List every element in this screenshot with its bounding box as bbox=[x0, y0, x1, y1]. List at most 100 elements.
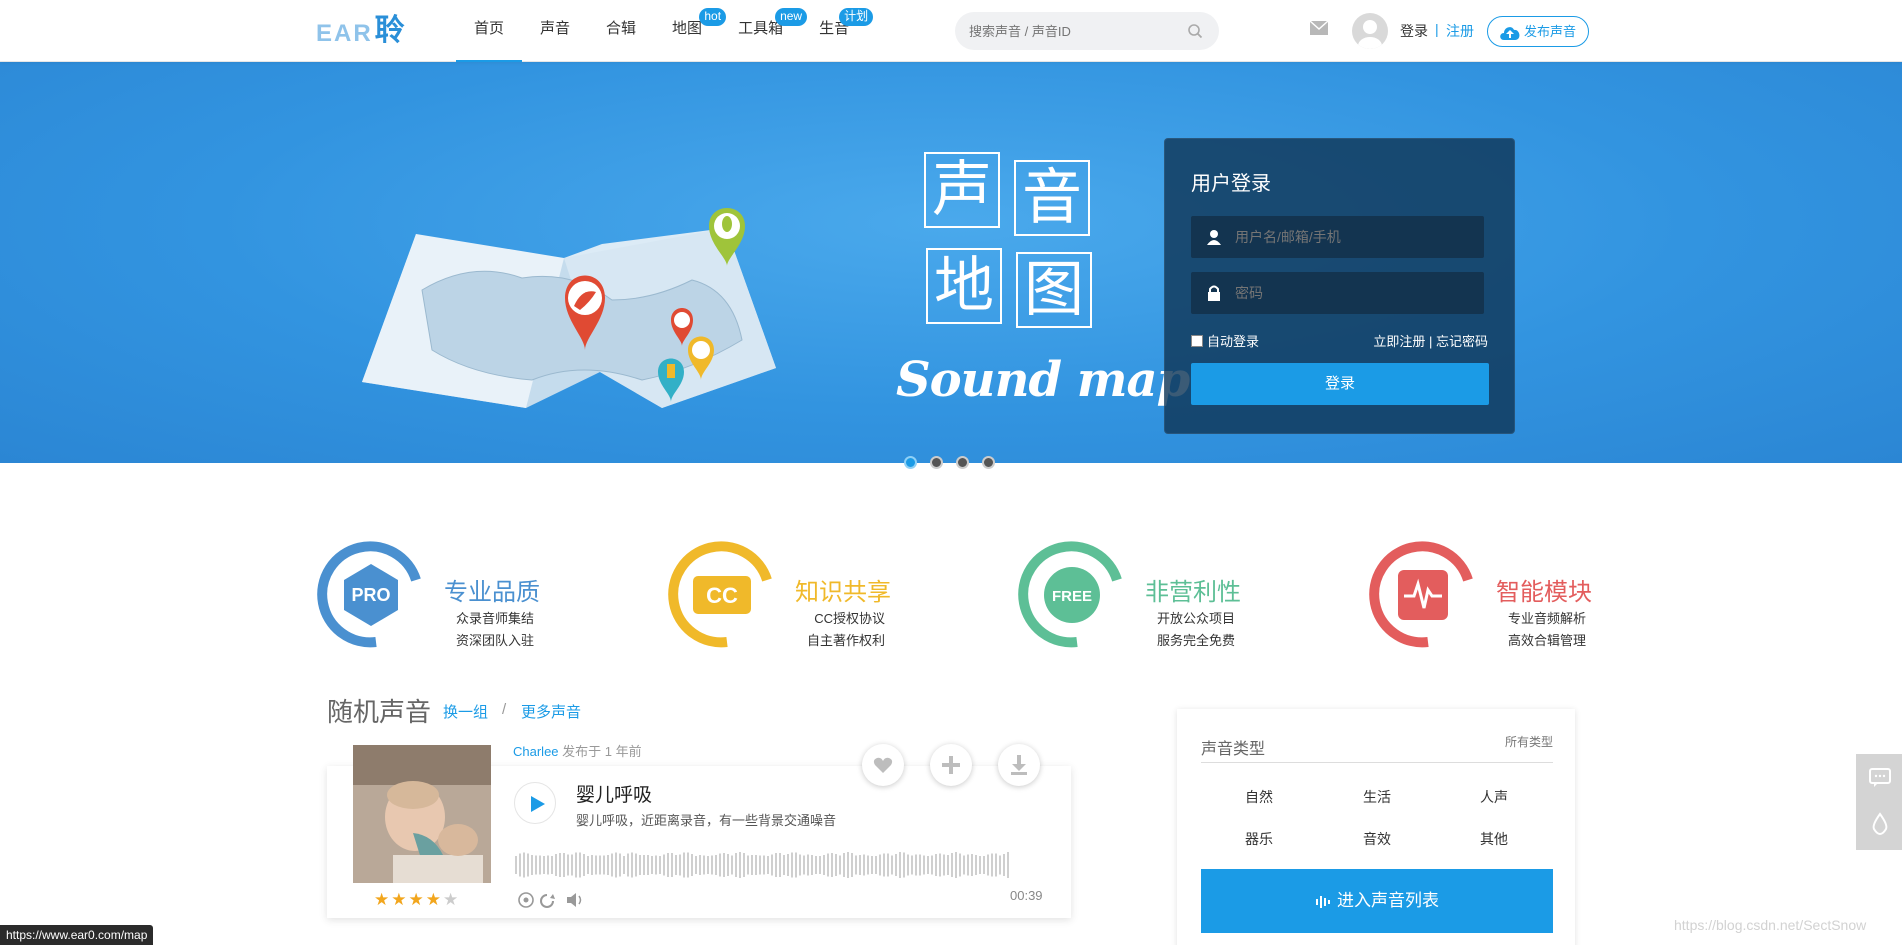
nav-home[interactable]: 首页 bbox=[456, 0, 523, 62]
watermark: https://blog.csdn.net/SectSnow bbox=[1674, 917, 1867, 933]
avatar[interactable] bbox=[1352, 13, 1388, 49]
nav-map[interactable]: 地图 hot bbox=[654, 0, 727, 62]
sound-tools bbox=[518, 892, 582, 908]
play-icon bbox=[531, 796, 545, 812]
auto-login-label: 自动登录 bbox=[1207, 334, 1260, 349]
carousel-dot[interactable] bbox=[904, 456, 917, 469]
like-button[interactable] bbox=[862, 744, 904, 786]
search-input[interactable] bbox=[955, 12, 1155, 50]
link-slash: / bbox=[502, 701, 507, 718]
nav-label: 地图 bbox=[672, 20, 703, 37]
rating-stars: ★★★★★ bbox=[374, 890, 460, 910]
cloud-upload-icon bbox=[1500, 27, 1520, 40]
feature-free: FREE 非营利性 开放公众项目 服务完全免费 bbox=[1017, 540, 1317, 650]
svg-text:PRO: PRO bbox=[351, 585, 390, 605]
publish-sound-button[interactable]: 发布声音 bbox=[1487, 16, 1589, 47]
droplet-icon[interactable] bbox=[1868, 812, 1892, 836]
pulse-icon bbox=[1369, 541, 1473, 648]
nav-label: 合辑 bbox=[606, 20, 637, 37]
feature-smart: 智能模块 专业音频解析 高效合辑管理 bbox=[1368, 540, 1668, 650]
types-title: 声音类型 bbox=[1201, 741, 1266, 758]
carousel-dot[interactable] bbox=[956, 456, 969, 469]
sound-name[interactable]: 婴儿呼吸 bbox=[576, 780, 652, 807]
nav-collections[interactable]: 合辑 bbox=[588, 0, 654, 62]
sound-map-subtitle: Sound map bbox=[896, 352, 1190, 408]
top-header: EAR 聆 首页 声音 合辑 地图hot 工具箱new 生音计划 登录 | 注册… bbox=[0, 0, 1902, 62]
feature-pro: PRO 专业品质 众录音师集结 资深团队入驻 bbox=[316, 540, 616, 650]
carousel-dots bbox=[904, 456, 995, 469]
sound-description: 婴儿呼吸，近距离录音，有一些背景交通噪音 bbox=[576, 813, 837, 828]
download-button[interactable] bbox=[998, 744, 1040, 786]
nav-toolbox[interactable]: 工具箱 new bbox=[720, 0, 808, 62]
feature-name: 智能模块 bbox=[1496, 579, 1592, 606]
enter-sound-list-button[interactable]: 进入声音列表 bbox=[1201, 869, 1553, 933]
free-icon: FREE bbox=[1018, 541, 1122, 648]
swap-group-link[interactable]: 换一组 bbox=[443, 701, 488, 722]
forgot-password-link[interactable]: 忘记密码 bbox=[1436, 334, 1488, 349]
cc-icon: CC bbox=[668, 541, 772, 648]
type-effects[interactable]: 音效 bbox=[1337, 829, 1417, 849]
title-char: 图 bbox=[1016, 252, 1092, 328]
feature-name: 专业品质 bbox=[444, 579, 540, 606]
username-input[interactable] bbox=[1235, 216, 1465, 258]
feature-name: 非营利性 bbox=[1145, 579, 1241, 606]
user-icon bbox=[1207, 230, 1221, 245]
soundwave-icon bbox=[1316, 895, 1330, 908]
type-voice[interactable]: 人声 bbox=[1454, 787, 1534, 807]
carousel-dot[interactable] bbox=[930, 456, 943, 469]
all-types-link[interactable]: 所有类型 bbox=[1505, 733, 1553, 750]
register-now-link[interactable]: 立即注册 bbox=[1373, 334, 1425, 349]
sound-types-panel: 声音类型 所有类型 自然 生活 人声 器乐 音效 其他 进入声音列表 bbox=[1177, 709, 1575, 945]
auto-login[interactable]: 自动登录 bbox=[1191, 331, 1259, 350]
login-links: 立即注册 | 忘记密码 bbox=[1373, 331, 1488, 350]
feature-desc-line2: 高效合辑管理 bbox=[1507, 633, 1586, 648]
add-to-collection-button[interactable] bbox=[930, 744, 972, 786]
register-link[interactable]: 注册 bbox=[1446, 21, 1474, 41]
login-link[interactable]: 登录 bbox=[1400, 21, 1428, 41]
type-other[interactable]: 其他 bbox=[1454, 829, 1534, 849]
license-icon[interactable] bbox=[518, 892, 534, 908]
random-sounds-title: 随机声音 bbox=[327, 697, 432, 727]
site-logo[interactable]: EAR 聆 bbox=[316, 12, 405, 48]
main-nav: 首页 声音 合辑 地图 hot 工具箱 new 生音 计划 bbox=[456, 0, 874, 62]
login-submit-button[interactable]: 登录 bbox=[1191, 363, 1489, 405]
title-char: 地 bbox=[926, 248, 1002, 324]
feature-desc-line2: 资深团队入驻 bbox=[455, 633, 534, 648]
pro-icon: PRO bbox=[317, 541, 421, 648]
mail-icon[interactable] bbox=[1309, 20, 1329, 36]
more-sounds-link[interactable]: 更多声音 bbox=[521, 701, 581, 722]
publish-label: 发布声音 bbox=[1524, 24, 1577, 39]
nav-shengyin[interactable]: 生音 计划 bbox=[801, 0, 874, 62]
password-input[interactable] bbox=[1235, 272, 1465, 314]
type-nature[interactable]: 自然 bbox=[1219, 787, 1299, 807]
volume-icon[interactable] bbox=[567, 893, 582, 907]
author-link[interactable]: Charlee bbox=[513, 744, 559, 759]
carousel-dot[interactable] bbox=[982, 456, 995, 469]
search-icon[interactable] bbox=[1187, 23, 1203, 39]
password-field-wrap bbox=[1191, 272, 1484, 314]
feature-desc-line2: 服务完全免费 bbox=[1156, 633, 1235, 648]
feature-desc-line1: 众录音师集结 bbox=[455, 611, 534, 626]
feature-desc-line1: 专业音频解析 bbox=[1507, 611, 1586, 626]
type-instrument[interactable]: 器乐 bbox=[1219, 829, 1299, 849]
nav-label: 声音 bbox=[540, 20, 571, 37]
sound-meta: Charlee 发布于 1 年前 bbox=[513, 741, 642, 760]
title-char: 音 bbox=[1014, 160, 1090, 236]
login-panel: 用户登录 自动登录 立即注册 | 忘记密码 登录 bbox=[1164, 138, 1515, 434]
play-button[interactable] bbox=[514, 782, 556, 824]
status-url-bar: https://www.ear0.com/map bbox=[0, 925, 154, 945]
chat-icon[interactable] bbox=[1868, 766, 1892, 790]
logo-ear-text: EAR bbox=[316, 20, 373, 47]
star-filled-icon: ★ bbox=[391, 890, 409, 909]
auto-login-checkbox[interactable] bbox=[1191, 334, 1203, 347]
sound-thumbnail[interactable] bbox=[353, 745, 491, 883]
loop-icon[interactable] bbox=[540, 894, 555, 908]
download-icon bbox=[1011, 755, 1027, 775]
divider bbox=[1201, 762, 1553, 763]
waveform[interactable] bbox=[515, 850, 1013, 880]
folded-map-illustration bbox=[362, 208, 776, 408]
sound-duration: 00:39 bbox=[1010, 888, 1043, 903]
search-box bbox=[955, 12, 1219, 50]
type-life[interactable]: 生活 bbox=[1337, 787, 1417, 807]
nav-sounds[interactable]: 声音 bbox=[522, 0, 588, 62]
